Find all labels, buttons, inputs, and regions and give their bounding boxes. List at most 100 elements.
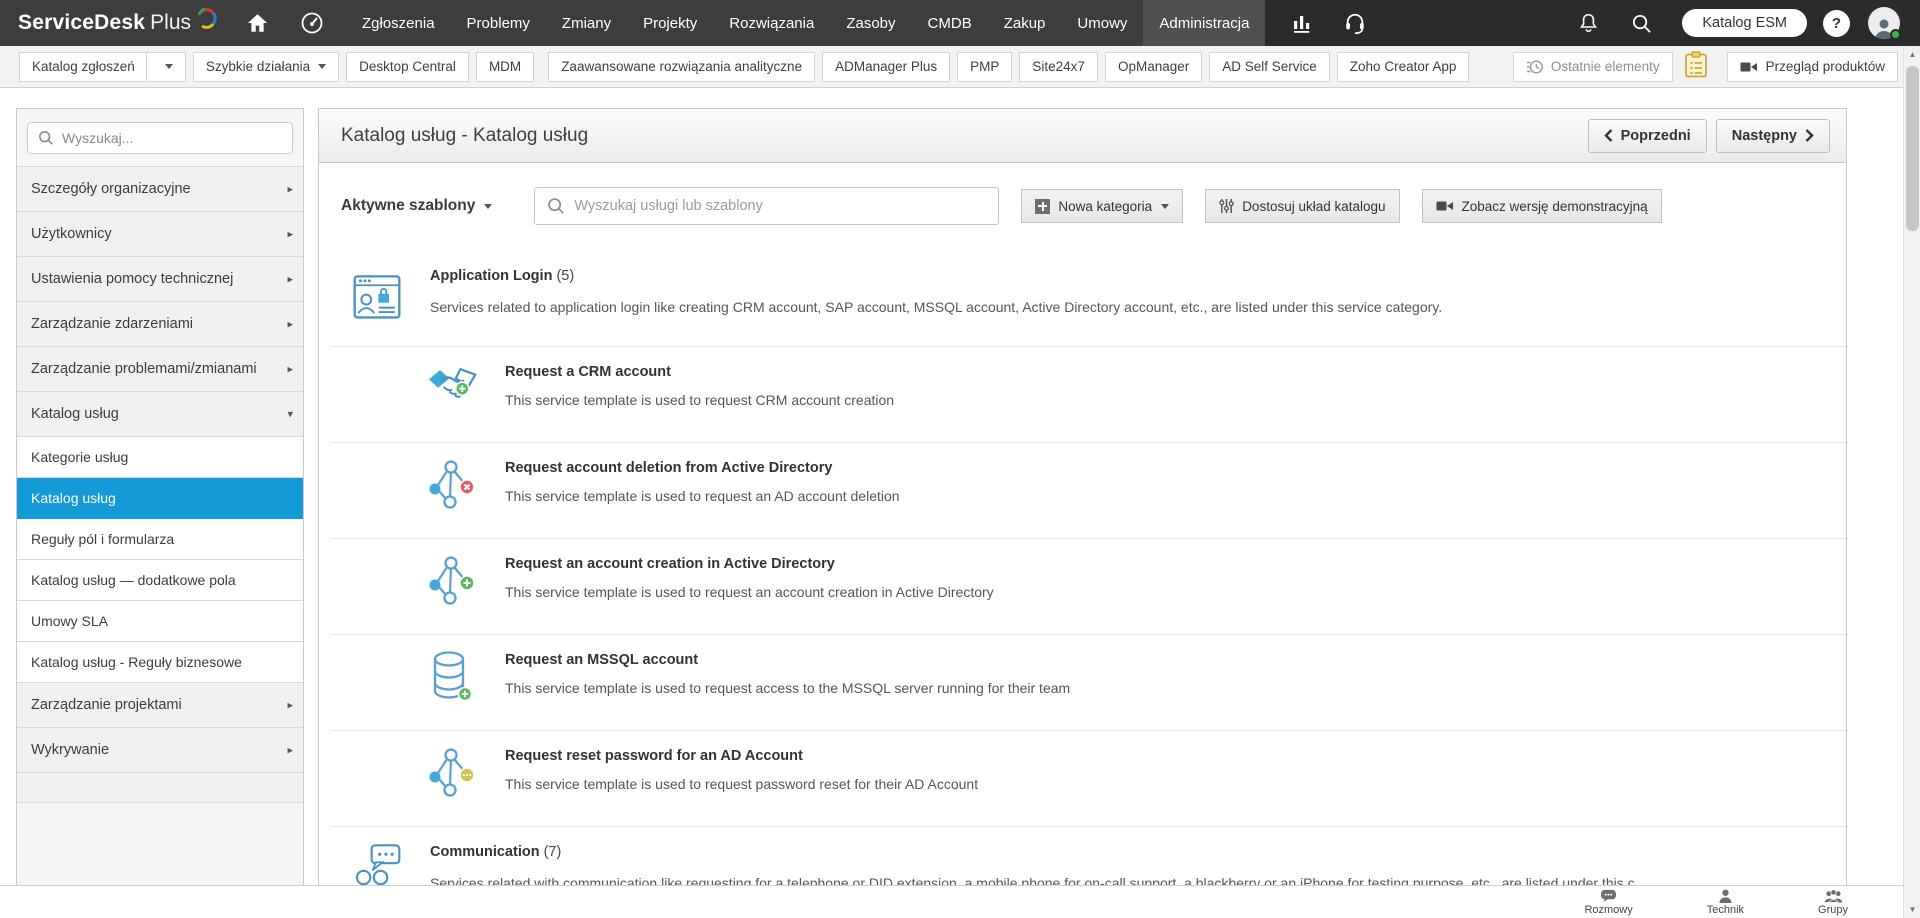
zoho-creator-app-button[interactable]: Zoho Creator App: [1337, 52, 1470, 82]
service-item-ad-creation[interactable]: Request an account creation in Active Di…: [319, 539, 1846, 634]
chevron-down-icon: ▾: [287, 408, 293, 421]
category-title[interactable]: Communication (7): [430, 842, 1635, 860]
sidebar-item-ustawienia-pomocy[interactable]: Ustawienia pomocy technicznej ▸: [17, 257, 303, 302]
sidebar-item-zarzadzanie-problemami[interactable]: Zarządzanie problemami/zmianami ▸: [17, 347, 303, 392]
topnav-item-administracja[interactable]: Administracja: [1143, 0, 1265, 46]
analytics-button[interactable]: Zaawansowane rozwiązania analityczne: [548, 52, 815, 82]
handshake-add-icon: [427, 360, 479, 429]
scrollbar-up-arrow[interactable]: ▲: [1904, 46, 1920, 63]
desktop-central-button[interactable]: Desktop Central: [346, 52, 469, 82]
footer-technik[interactable]: Technik: [1707, 889, 1744, 916]
notifications-button[interactable]: [1562, 12, 1615, 35]
topnav-item-projekty[interactable]: Projekty: [627, 0, 713, 46]
sidebar-item-label: Zarządzanie zdarzeniami: [31, 316, 193, 332]
topnav-item-rozwiazania[interactable]: Rozwiązania: [713, 0, 830, 46]
topnav-item-zakup[interactable]: Zakup: [988, 0, 1062, 46]
sidebar-item-uzytkownicy[interactable]: Użytkownicy ▸: [17, 212, 303, 257]
new-category-button[interactable]: Nowa kategoria: [1021, 189, 1183, 223]
ad-self-service-button[interactable]: AD Self Service: [1209, 52, 1330, 82]
opmanager-button[interactable]: OpManager: [1105, 52, 1202, 82]
category-description: Services related to application login li…: [430, 299, 1442, 315]
sidebar-item-zarzadzanie-projektami[interactable]: Zarządzanie projektami ▸: [17, 683, 303, 728]
sidebar-item-partial[interactable]: [17, 773, 303, 803]
service-title[interactable]: Request a CRM account: [505, 360, 894, 380]
sidebar-item-dodatkowe-pola[interactable]: Katalog usług — dodatkowe pola: [17, 560, 303, 601]
product-tour-button[interactable]: Przegląd produktów: [1727, 52, 1898, 82]
database-add-icon: [427, 648, 479, 717]
katalog-zgloszen-caret[interactable]: [146, 53, 173, 81]
sidebar-search-box[interactable]: [27, 122, 293, 154]
category-communication[interactable]: Communication (7) Services related with …: [319, 827, 1846, 885]
category-application-login[interactable]: Application Login (5) Services related t…: [319, 251, 1846, 346]
service-description: This service template is used to request…: [505, 584, 994, 600]
view-demo-button[interactable]: Zobacz wersję demonstracyjną: [1422, 189, 1662, 223]
topnav-item-cmdb[interactable]: CMDB: [912, 0, 988, 46]
katalog-esm-button[interactable]: Katalog ESM: [1682, 9, 1807, 37]
category-count: (5): [556, 268, 574, 284]
footer-bar: Rozmowy Technik Grupy: [0, 885, 1920, 918]
footer-grupy[interactable]: Grupy: [1818, 889, 1848, 916]
chevron-right-icon: ▸: [287, 318, 293, 331]
application-login-icon: [352, 266, 402, 331]
topnav-item-problemy[interactable]: Problemy: [451, 0, 546, 46]
home-button[interactable]: [231, 0, 284, 46]
sidebar-item-wykrywanie[interactable]: Wykrywanie ▸: [17, 728, 303, 773]
headset-icon: [1344, 11, 1366, 35]
sidebar-item-kategorie-uslug[interactable]: Kategorie usług: [17, 437, 303, 478]
next-button[interactable]: Następny: [1716, 119, 1830, 153]
service-title[interactable]: Request an MSSQL account: [505, 648, 1070, 668]
topnav-item-zmiany[interactable]: Zmiany: [546, 0, 627, 46]
support-button[interactable]: [1328, 11, 1382, 35]
pmp-button[interactable]: PMP: [957, 52, 1012, 82]
scrollbar-down-arrow[interactable]: ▼: [1904, 901, 1920, 918]
history-clock-icon: [1526, 58, 1544, 76]
service-item-mssql-account[interactable]: Request an MSSQL account This service te…: [319, 635, 1846, 730]
service-item-ad-deletion[interactable]: Request account deletion from Active Dir…: [319, 443, 1846, 538]
sidebar-item-katalog-uslug-parent[interactable]: Katalog usług ▾: [17, 392, 303, 437]
recent-items-button[interactable]: Ostatnie elementy: [1513, 52, 1673, 82]
footer-technik-label: Technik: [1707, 905, 1744, 916]
help-button[interactable]: ?: [1823, 10, 1850, 37]
sidebar-item-katalog-uslug-selected[interactable]: Katalog usług: [17, 478, 303, 519]
topnav-item-zasoby[interactable]: Zasoby: [830, 0, 911, 46]
scrollbar-thumb[interactable]: [1906, 66, 1919, 231]
admanager-plus-button[interactable]: ADManager Plus: [822, 52, 950, 82]
sidebar-item-reguly-biznesowe[interactable]: Katalog usług - Reguły biznesowe: [17, 642, 303, 683]
global-search-button[interactable]: [1615, 13, 1668, 34]
page-title: Katalog usług - Katalog usług: [341, 125, 588, 147]
home-icon: [247, 13, 268, 33]
video-camera-icon: [1436, 199, 1454, 213]
clipboard-icon: [1683, 51, 1709, 79]
sidebar-item-szczegoly-organizacyjne[interactable]: Szczegóły organizacyjne ▸: [17, 167, 303, 212]
footer-rozmowy[interactable]: Rozmowy: [1584, 889, 1632, 916]
user-menu[interactable]: [1868, 7, 1900, 39]
mdm-button[interactable]: MDM: [476, 52, 534, 82]
vertical-scrollbar[interactable]: ▲ ▼: [1903, 46, 1920, 918]
chevron-down-icon: [1161, 204, 1169, 209]
sidebar-item-zarzadzanie-zdarzeniami[interactable]: Zarządzanie zdarzeniami ▸: [17, 302, 303, 347]
service-title[interactable]: Request account deletion from Active Dir…: [505, 456, 900, 476]
sidebar-item-umowy-sla[interactable]: Umowy SLA: [17, 601, 303, 642]
service-item-ad-password-reset[interactable]: Request reset password for an AD Account…: [319, 731, 1846, 826]
dashboard-button[interactable]: [284, 0, 340, 46]
service-search-input[interactable]: [574, 198, 954, 214]
katalog-zgloszen-dropdown[interactable]: Katalog zgłoszeń: [19, 52, 186, 82]
service-title[interactable]: Request reset password for an AD Account: [505, 744, 978, 764]
service-item-crm-account[interactable]: Request a CRM account This service templ…: [319, 347, 1846, 442]
previous-button[interactable]: Poprzedni: [1588, 119, 1707, 153]
sidebar-item-reguly-pol[interactable]: Reguły pól i formularza: [17, 519, 303, 560]
servicedesk-plus-logo[interactable]: ServiceDesk Plus: [0, 0, 231, 46]
clipboard-button[interactable]: [1683, 51, 1709, 82]
template-filter-dropdown[interactable]: Aktywne szablony: [341, 197, 492, 215]
topnav-item-umowy[interactable]: Umowy: [1061, 0, 1143, 46]
site24x7-button[interactable]: Site24x7: [1019, 52, 1098, 82]
szybkie-dzialania-dropdown[interactable]: Szybkie działania: [193, 52, 339, 82]
service-description: This service template is used to request…: [505, 488, 900, 504]
service-title[interactable]: Request an account creation in Active Di…: [505, 552, 994, 572]
customize-layout-button[interactable]: Dostosuj układ katalogu: [1205, 189, 1399, 223]
topnav-item-zgloszenia[interactable]: Zgłoszenia: [346, 0, 451, 46]
service-search-box[interactable]: [534, 187, 999, 225]
category-title[interactable]: Application Login (5): [430, 266, 1442, 284]
sidebar-search-input[interactable]: [62, 130, 262, 146]
reports-button[interactable]: [1291, 12, 1328, 34]
